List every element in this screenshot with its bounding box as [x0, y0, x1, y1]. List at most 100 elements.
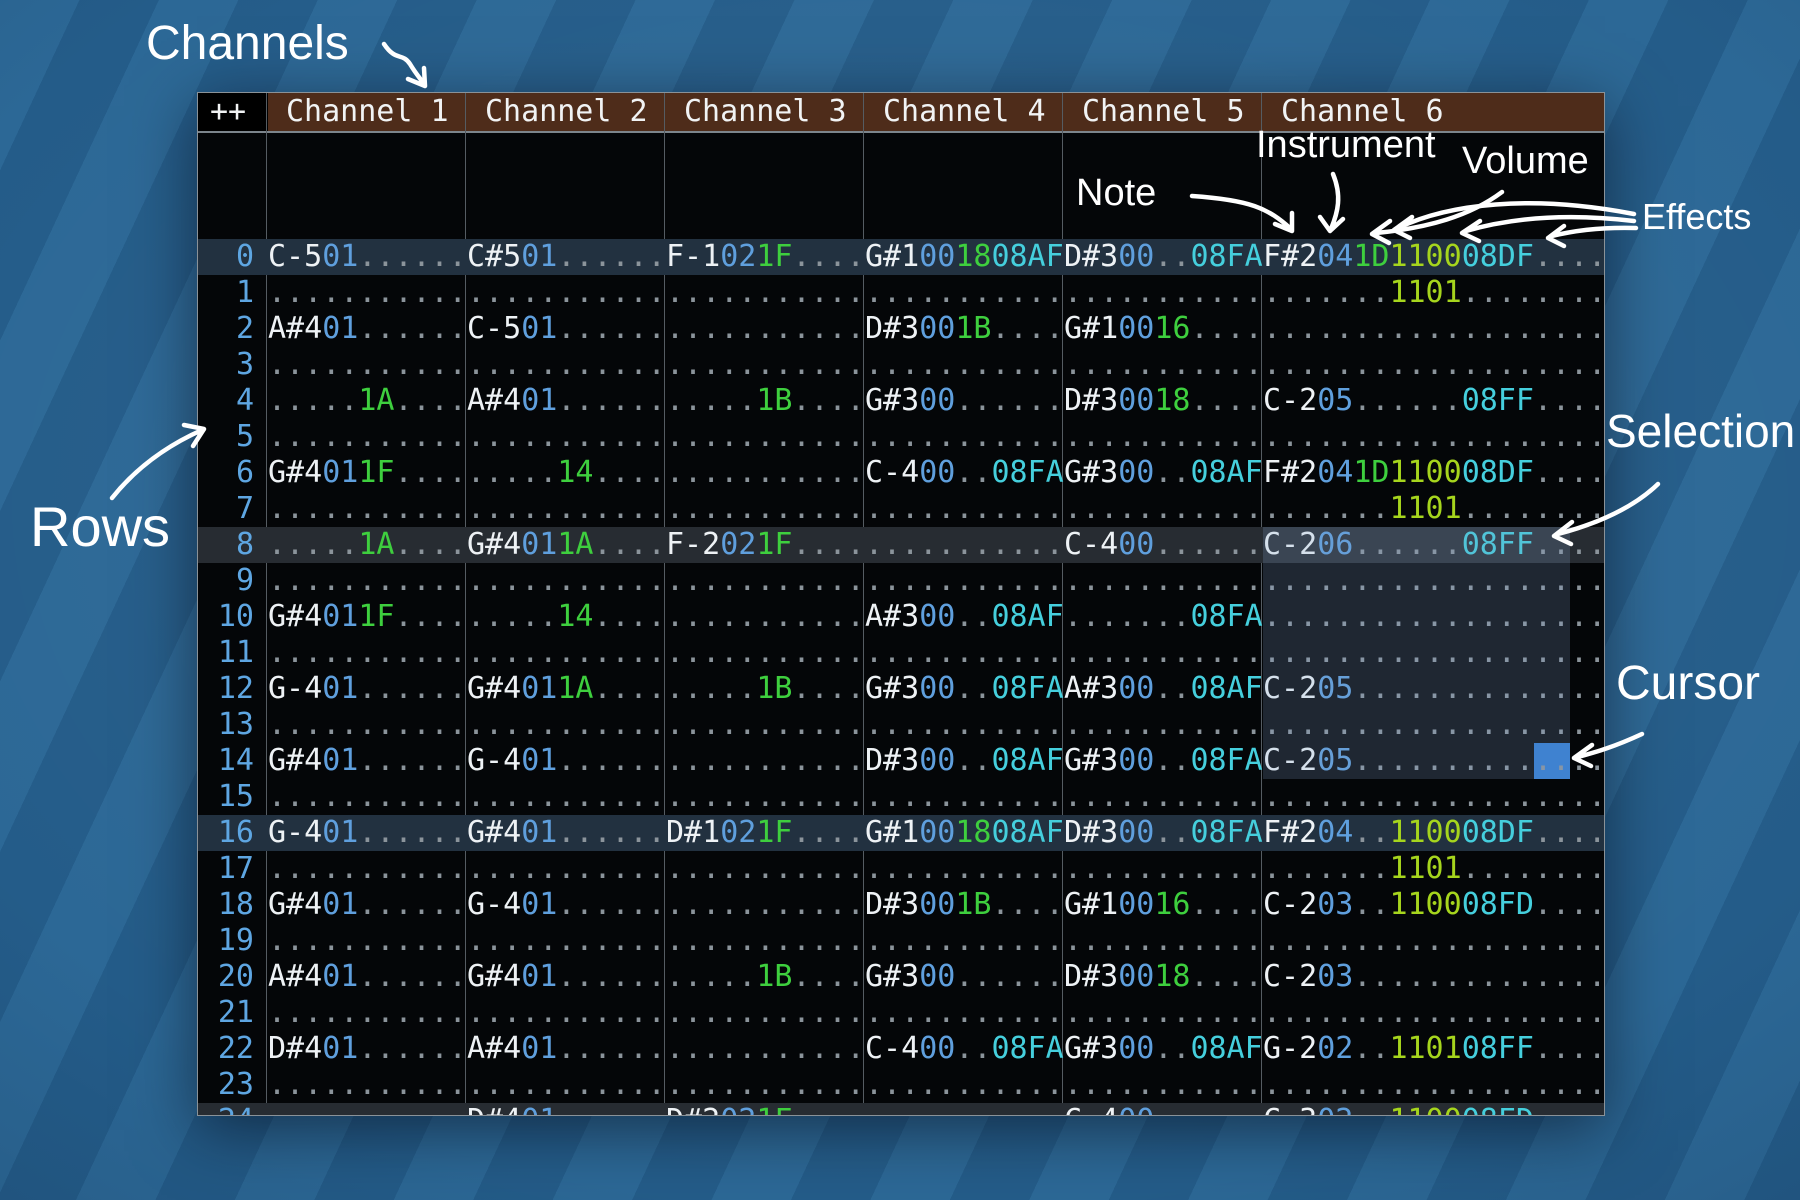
- pattern-cell[interactable]: G#401......: [268, 743, 467, 779]
- pattern-cell[interactable]: ...........: [268, 851, 467, 887]
- pattern-cell[interactable]: ...........: [467, 779, 666, 815]
- pattern-cell[interactable]: G#401......: [467, 815, 666, 851]
- pattern-cell[interactable]: A#300..08AF: [1064, 671, 1263, 707]
- pattern-cell[interactable]: F#2041D110008DF....: [1263, 239, 1605, 275]
- pattern-row[interactable]: 5.......................................…: [198, 419, 1604, 455]
- pattern-cell[interactable]: ...........: [1064, 707, 1263, 743]
- pattern-cell[interactable]: ...........: [865, 923, 1064, 959]
- pattern-cell[interactable]: ...........: [467, 347, 666, 383]
- pattern-cell[interactable]: ...........: [1064, 923, 1263, 959]
- pattern-cell[interactable]: ...........: [666, 311, 865, 347]
- pattern-cell[interactable]: ...........: [666, 347, 865, 383]
- pattern-cell[interactable]: .....1B....: [666, 383, 865, 419]
- pattern-cell[interactable]: ...........: [268, 1067, 467, 1103]
- pattern-cell[interactable]: ...........: [1064, 419, 1263, 455]
- pattern-cell[interactable]: ...........: [1064, 563, 1263, 599]
- pattern-cell[interactable]: C-501......: [268, 239, 467, 275]
- pattern-cell[interactable]: C-203..............: [1263, 959, 1605, 995]
- pattern-cell[interactable]: ...........: [865, 563, 1064, 599]
- pattern-cell[interactable]: D#30018....: [1064, 959, 1263, 995]
- pattern-cell[interactable]: C-205......08FF....: [1263, 383, 1605, 419]
- pattern-row[interactable]: 17......................................…: [198, 851, 1604, 887]
- pattern-cell[interactable]: ...........: [865, 779, 1064, 815]
- pattern-cell[interactable]: ...........: [268, 923, 467, 959]
- pattern-cell[interactable]: G#300......: [865, 383, 1064, 419]
- pattern-cell[interactable]: A#401......: [467, 1031, 666, 1067]
- pattern-cell[interactable]: ...........: [1064, 995, 1263, 1031]
- pattern-cell[interactable]: D#30018....: [1064, 383, 1263, 419]
- pattern-cell[interactable]: ...........: [666, 563, 865, 599]
- pattern-row[interactable]: 3.......................................…: [198, 347, 1604, 383]
- pattern-cell[interactable]: ...........: [666, 923, 865, 959]
- pattern-cell[interactable]: ...........: [1064, 275, 1263, 311]
- pattern-cell[interactable]: ...........: [268, 419, 467, 455]
- channel-header-1[interactable]: Channel 1: [268, 93, 467, 131]
- pattern-cell[interactable]: .......08FA: [1064, 599, 1263, 635]
- pattern-cell[interactable]: ...........: [865, 1103, 1064, 1116]
- pattern-cell[interactable]: ...........: [865, 275, 1064, 311]
- pattern-row[interactable]: 20A#401......G#401...........1B....G#300…: [198, 959, 1604, 995]
- pattern-cell[interactable]: ...........: [268, 1103, 467, 1116]
- pattern-cell[interactable]: ...................: [1263, 311, 1605, 347]
- pattern-cell[interactable]: ...........: [268, 635, 467, 671]
- pattern-cell[interactable]: F#204..110008DF....: [1263, 815, 1605, 851]
- pattern-cell[interactable]: ...................: [1263, 347, 1605, 383]
- pattern-cell[interactable]: D#1021F....: [666, 815, 865, 851]
- pattern-cell[interactable]: G#300..08AF: [1064, 455, 1263, 491]
- pattern-cell[interactable]: ...................: [1263, 995, 1605, 1031]
- channel-header-3[interactable]: Channel 3: [666, 93, 865, 131]
- pattern-row[interactable]: 1.......................................…: [198, 275, 1604, 311]
- pattern-cell[interactable]: ...........: [865, 1067, 1064, 1103]
- pattern-cell[interactable]: ...........: [467, 1067, 666, 1103]
- pattern-cell[interactable]: .....1B....: [666, 959, 865, 995]
- channel-header-2[interactable]: Channel 2: [467, 93, 666, 131]
- pattern-cell[interactable]: .......1101........: [1263, 851, 1605, 887]
- pattern-cell[interactable]: C-302..110008FD....: [1263, 1103, 1605, 1116]
- pattern-row[interactable]: 23......................................…: [198, 1067, 1604, 1103]
- pattern-cell[interactable]: D#300..08FA: [1064, 815, 1263, 851]
- pattern-cell[interactable]: ...........: [1064, 635, 1263, 671]
- pattern-cell[interactable]: ...........: [467, 707, 666, 743]
- pattern-row[interactable]: 24...........D#401......D#2021F.........…: [198, 1103, 1604, 1116]
- pattern-cell[interactable]: G#4011F....: [268, 455, 467, 491]
- pattern-cell[interactable]: D#3001B....: [865, 887, 1064, 923]
- pattern-cell[interactable]: A#401......: [268, 311, 467, 347]
- pattern-cell[interactable]: ...........: [268, 491, 467, 527]
- pattern-row[interactable]: 22D#401......A#401.................C-400…: [198, 1031, 1604, 1067]
- pattern-cell[interactable]: G#10016....: [1064, 311, 1263, 347]
- pattern-cell[interactable]: ...........: [666, 1067, 865, 1103]
- pattern-cell[interactable]: G#4011A....: [467, 527, 666, 563]
- pattern-row[interactable]: 18G#401......G-401.................D#300…: [198, 887, 1604, 923]
- pattern-row[interactable]: 7.......................................…: [198, 491, 1604, 527]
- pattern-cell[interactable]: ...........: [467, 275, 666, 311]
- pattern-cell[interactable]: D#401......: [467, 1103, 666, 1116]
- pattern-cell[interactable]: ...........: [1064, 1067, 1263, 1103]
- pattern-cell[interactable]: .....14....: [467, 599, 666, 635]
- pattern-cell[interactable]: C-400......: [1064, 1103, 1263, 1116]
- pattern-cell[interactable]: ...........: [666, 599, 865, 635]
- pattern-cell[interactable]: C-400..08FA: [865, 1031, 1064, 1067]
- pattern-cell[interactable]: G-401......: [268, 671, 467, 707]
- pattern-cell[interactable]: ...........: [268, 275, 467, 311]
- pattern-cell[interactable]: ...........: [467, 635, 666, 671]
- pattern-cell[interactable]: ...........: [666, 491, 865, 527]
- pattern-cell[interactable]: ...........: [666, 743, 865, 779]
- pattern-row[interactable]: 2A#401......C-501.................D#3001…: [198, 311, 1604, 347]
- pattern-cell[interactable]: ...........: [666, 995, 865, 1031]
- pattern-row[interactable]: 4.....1A....A#401...........1B....G#300.…: [198, 383, 1604, 419]
- pattern-cell[interactable]: D#300..08FA: [1064, 239, 1263, 275]
- pattern-cell[interactable]: ...........: [666, 635, 865, 671]
- pattern-cell[interactable]: A#401......: [268, 959, 467, 995]
- pattern-row[interactable]: 19......................................…: [198, 923, 1604, 959]
- pattern-cell[interactable]: ...........: [865, 491, 1064, 527]
- pattern-cell[interactable]: G#401......: [268, 887, 467, 923]
- pattern-cell[interactable]: A#300..08AF: [865, 599, 1064, 635]
- pattern-cell[interactable]: ...........: [865, 419, 1064, 455]
- pattern-cell[interactable]: ...........: [467, 851, 666, 887]
- pattern-cell[interactable]: .......1101........: [1263, 275, 1605, 311]
- pattern-cell[interactable]: D#3001B....: [865, 311, 1064, 347]
- pattern-row[interactable]: 16G-401......G#401......D#1021F....G#100…: [198, 815, 1604, 851]
- pattern-cell[interactable]: ...........: [467, 995, 666, 1031]
- pattern-cell[interactable]: C-400......: [1064, 527, 1263, 563]
- pattern-cell[interactable]: G-401......: [268, 815, 467, 851]
